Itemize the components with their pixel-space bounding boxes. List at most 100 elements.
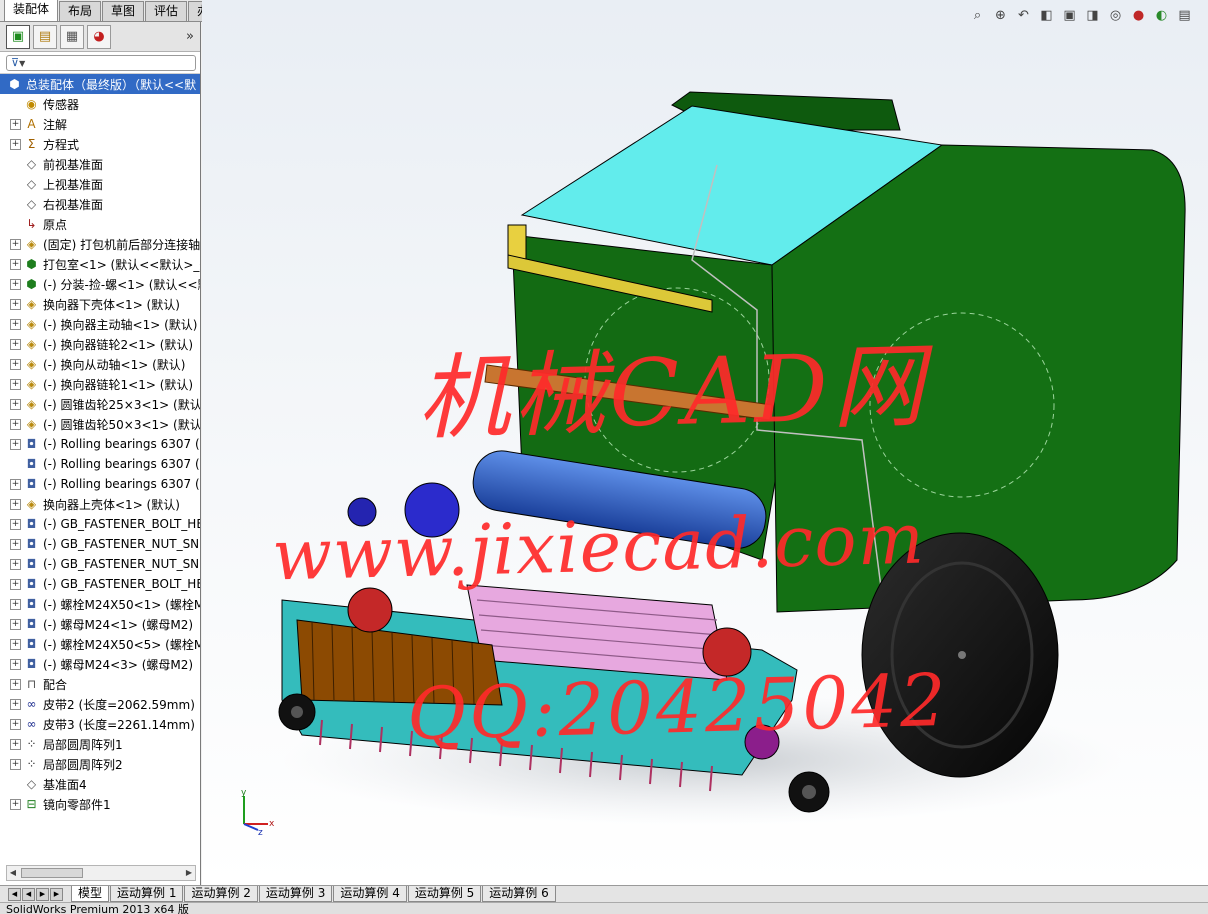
tab-motion-study-3[interactable]: 运动算例 3 bbox=[258, 886, 333, 902]
expand-icon[interactable]: + bbox=[10, 498, 21, 510]
tree-item[interactable]: ◘ (-) Rolling bearings 6307 ( bbox=[0, 454, 200, 474]
tree-item[interactable]: + ◘ (-) 螺母M24<3> (螺母M2) bbox=[0, 654, 200, 674]
tree-item[interactable]: + ◘ (-) GB_FASTENER_BOLT_HE bbox=[0, 574, 200, 594]
expand-icon[interactable]: + bbox=[10, 238, 21, 250]
tree-item[interactable]: + ◈ (-) 换向从动轴<1> (默认) bbox=[0, 354, 200, 374]
tree-item[interactable]: ◇ 前视基准面 bbox=[0, 154, 200, 174]
expand-icon[interactable]: + bbox=[10, 418, 21, 430]
expand-more-icon[interactable]: » bbox=[186, 29, 194, 44]
tree-item[interactable]: + ∞ 皮带3 (长度=2261.14mm) bbox=[0, 714, 200, 734]
scroll-left-icon[interactable]: ◀ bbox=[7, 866, 19, 880]
tree-item-label: 局部圆周阵列2 bbox=[43, 757, 123, 772]
tree-item[interactable]: + ⬢ 打包室<1> (默认<<默认>_外 bbox=[0, 254, 200, 274]
filter-dropdown-arrow[interactable]: ▼ bbox=[19, 59, 25, 68]
tree-root-assembly[interactable]: ⬢ 总装配体（最终版）（默认<<默 bbox=[0, 74, 200, 94]
tree-item[interactable]: + ◈ (-) 圆锥齿轮50×3<1> (默认) bbox=[0, 414, 200, 434]
tree-item[interactable]: + ◘ (-) GB_FASTENER_NUT_SN bbox=[0, 534, 200, 554]
tree-item[interactable]: ↳ 原点 bbox=[0, 214, 200, 234]
tab-layout[interactable]: 布局 bbox=[59, 1, 102, 21]
tree-item[interactable]: + ◈ (-) 圆锥齿轮25×3<1> (默认) bbox=[0, 394, 200, 414]
tree-item[interactable]: + ⬢ (-) 分装-捡-螺<1> (默认<<默 bbox=[0, 274, 200, 294]
axis-triad[interactable]: y x z bbox=[232, 786, 282, 836]
tree-item[interactable]: + ◘ (-) Rolling bearings 6307 ( bbox=[0, 434, 200, 454]
tree-item[interactable]: + ⁘ 局部圆周阵列2 bbox=[0, 754, 200, 774]
expand-icon[interactable]: + bbox=[10, 638, 21, 650]
toolbox-part-icon: ◘ bbox=[26, 457, 37, 471]
tree-item[interactable]: ◉ 传感器 bbox=[0, 94, 200, 114]
tree-item[interactable]: + ⊟ 镜向零部件1 bbox=[0, 794, 200, 814]
tree-item[interactable]: ◇ 右视基准面 bbox=[0, 194, 200, 214]
feature-manager-icon[interactable]: ▣ bbox=[6, 24, 30, 49]
tree-item[interactable]: + ◈ 换向器上壳体<1> (默认) bbox=[0, 494, 200, 514]
property-manager-icon[interactable]: ▤ bbox=[33, 24, 57, 49]
tab-assembly[interactable]: 装配体 bbox=[4, 0, 59, 21]
expand-icon[interactable]: + bbox=[10, 378, 21, 390]
tree-item[interactable]: + Σ 方程式 bbox=[0, 134, 200, 154]
tree-item[interactable]: + ⁘ 局部圆周阵列1 bbox=[0, 734, 200, 754]
expand-icon[interactable]: + bbox=[10, 138, 21, 150]
graphics-viewport[interactable]: ⌕ ⊕ ↶ ◧ ▣ ◨ ◎ ● ◐ ▤ 机械CAD网 www.jixiecad.… bbox=[202, 0, 1208, 885]
expand-icon[interactable]: + bbox=[10, 598, 21, 610]
expand-icon[interactable]: + bbox=[10, 278, 21, 290]
tree-item[interactable]: + ◘ (-) GB_FASTENER_BOLT_HE bbox=[0, 514, 200, 534]
tree-item[interactable]: + ∞ 皮带2 (长度=2062.59mm) bbox=[0, 694, 200, 714]
expand-icon[interactable]: + bbox=[10, 118, 21, 130]
tree-item[interactable]: + ◘ (-) Rolling bearings 6307 ( bbox=[0, 474, 200, 494]
expand-icon[interactable]: + bbox=[10, 438, 21, 450]
expand-icon[interactable]: + bbox=[10, 698, 21, 710]
tree-item[interactable]: + ◈ (固定) 打包机前后部分连接轴 bbox=[0, 234, 200, 254]
toolbox-part-icon: ◘ bbox=[26, 477, 37, 491]
tree-item[interactable]: ◇ 上视基准面 bbox=[0, 174, 200, 194]
expand-icon[interactable]: + bbox=[10, 718, 21, 730]
sensor-icon: ◉ bbox=[26, 97, 37, 111]
tree-item[interactable]: + ◘ (-) 螺栓M24X50<5> (螺栓M bbox=[0, 634, 200, 654]
expand-icon[interactable]: + bbox=[10, 358, 21, 370]
tree-item[interactable]: ◇ 基准面4 bbox=[0, 774, 200, 794]
prev-tab-icon[interactable]: ◀ bbox=[22, 887, 35, 901]
tree-item[interactable]: + ⊓ 配合 bbox=[0, 674, 200, 694]
expand-icon[interactable]: + bbox=[10, 338, 21, 350]
tab-motion-study-4[interactable]: 运动算例 4 bbox=[333, 886, 407, 902]
tab-evaluate[interactable]: 评估 bbox=[145, 1, 188, 21]
last-tab-icon[interactable]: ▶ bbox=[50, 887, 63, 901]
tab-model[interactable]: 模型 bbox=[71, 886, 110, 902]
expand-icon[interactable]: + bbox=[10, 558, 21, 570]
tree-item[interactable]: + ◈ (-) 换向器主动轴<1> (默认) bbox=[0, 314, 200, 334]
expand-icon[interactable]: + bbox=[10, 578, 21, 590]
tree-item[interactable]: + ◘ (-) 螺栓M24X50<1> (螺栓M bbox=[0, 594, 200, 614]
expand-icon[interactable]: + bbox=[10, 478, 21, 490]
expand-icon[interactable]: + bbox=[10, 318, 21, 330]
tab-sketch[interactable]: 草图 bbox=[102, 1, 145, 21]
expand-icon[interactable]: + bbox=[10, 798, 21, 810]
tab-motion-study-6[interactable]: 运动算例 6 bbox=[482, 886, 556, 902]
expand-icon[interactable]: + bbox=[10, 298, 21, 310]
tab-motion-study-2[interactable]: 运动算例 2 bbox=[184, 886, 258, 902]
expand-icon[interactable]: + bbox=[10, 518, 21, 530]
expand-icon[interactable]: + bbox=[10, 738, 21, 750]
tree-item[interactable]: + ◘ (-) 螺母M24<1> (螺母M2) bbox=[0, 614, 200, 634]
scroll-right-icon[interactable]: ▶ bbox=[183, 866, 195, 880]
toolbox-part-icon: ◘ bbox=[26, 517, 37, 531]
tree-item[interactable]: + ◈ (-) 换向器链轮2<1> (默认) bbox=[0, 334, 200, 354]
expand-icon[interactable]: + bbox=[10, 658, 21, 670]
expand-icon[interactable]: + bbox=[10, 538, 21, 550]
tree-item[interactable]: + A 注解 bbox=[0, 114, 200, 134]
tree-item[interactable]: + ◘ (-) GB_FASTENER_NUT_SN bbox=[0, 554, 200, 574]
next-tab-icon[interactable]: ▶ bbox=[36, 887, 49, 901]
display-manager-icon[interactable]: ◕ bbox=[87, 24, 111, 49]
configuration-manager-icon[interactable]: ▦ bbox=[60, 24, 84, 49]
tree-item[interactable]: + ◈ 换向器下壳体<1> (默认) bbox=[0, 294, 200, 314]
horizontal-scrollbar[interactable]: ◀ ▶ bbox=[6, 865, 196, 881]
tree-item[interactable]: + ◈ (-) 换向器链轮1<1> (默认) bbox=[0, 374, 200, 394]
expand-icon[interactable]: + bbox=[10, 618, 21, 630]
tab-motion-study-1[interactable]: 运动算例 1 bbox=[110, 886, 184, 902]
tree-filter-input[interactable]: ⊽▼ bbox=[6, 54, 196, 71]
first-tab-icon[interactable]: ◀ bbox=[8, 887, 21, 901]
expand-icon[interactable]: + bbox=[10, 258, 21, 270]
expand-icon[interactable]: + bbox=[10, 398, 21, 410]
scrollbar-thumb[interactable] bbox=[21, 868, 83, 878]
expand-icon[interactable]: + bbox=[10, 678, 21, 690]
expand-icon[interactable]: + bbox=[10, 758, 21, 770]
tab-motion-study-5[interactable]: 运动算例 5 bbox=[407, 886, 482, 902]
